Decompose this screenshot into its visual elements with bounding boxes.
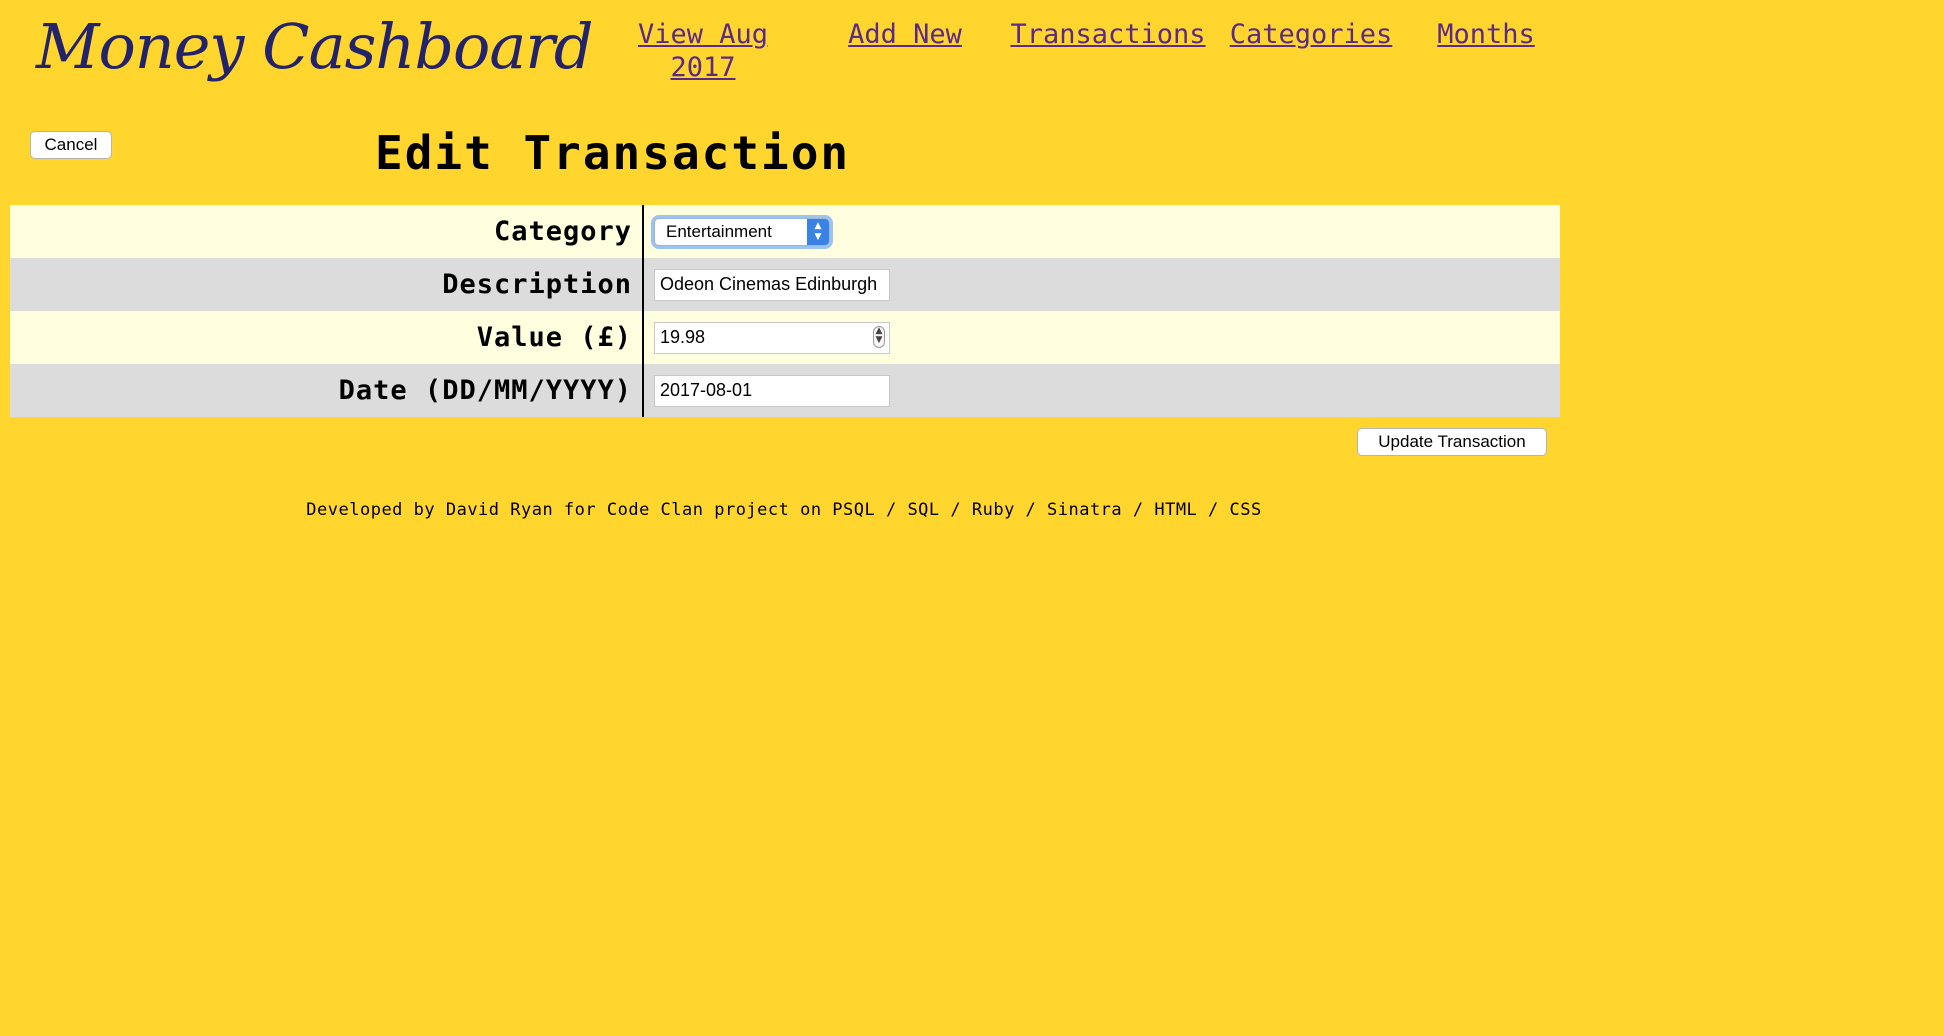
form-row-category: Category Entertainment ▲ ▼ xyxy=(10,205,1560,258)
chevron-up-down-icon: ▲ ▼ xyxy=(807,218,829,245)
cancel-button[interactable]: Cancel xyxy=(30,131,112,159)
nav-view-month[interactable]: View Aug 2017 xyxy=(625,18,781,84)
update-transaction-button[interactable]: Update Transaction xyxy=(1357,428,1547,456)
category-selected-value: Entertainment xyxy=(666,221,772,241)
category-select[interactable]: Entertainment ▲ ▼ xyxy=(654,217,830,246)
form-row-value: Value (£) ▲▼ xyxy=(10,311,1560,364)
edit-transaction-form: Category Entertainment ▲▼ Description Va… xyxy=(10,205,1560,417)
value-label: Value (£) xyxy=(10,311,644,364)
nav-transactions[interactable]: Transactions xyxy=(1008,18,1208,51)
nav-add-new[interactable]: Add New xyxy=(840,18,970,51)
value-field: ▲▼ xyxy=(654,321,890,354)
nav-categories[interactable]: Categories xyxy=(1226,18,1396,51)
description-label: Description xyxy=(10,258,644,311)
page-title: Edit Transaction xyxy=(375,126,851,180)
form-row-description: Description xyxy=(10,258,1560,311)
date-label: Date (DD/MM/YYYY) xyxy=(10,364,644,417)
description-input[interactable] xyxy=(654,268,890,301)
value-input[interactable] xyxy=(654,321,890,354)
footer-credit: Developed by David Ryan for Code Clan pr… xyxy=(306,500,1262,520)
spinner-icon[interactable]: ▲ ▼ xyxy=(873,325,885,348)
form-row-date: Date (DD/MM/YYYY) xyxy=(10,364,1560,417)
nav-months[interactable]: Months xyxy=(1430,18,1542,51)
date-input[interactable] xyxy=(654,374,890,407)
app-logo: Money Cashboard xyxy=(36,10,594,83)
category-label: Category xyxy=(10,205,644,258)
